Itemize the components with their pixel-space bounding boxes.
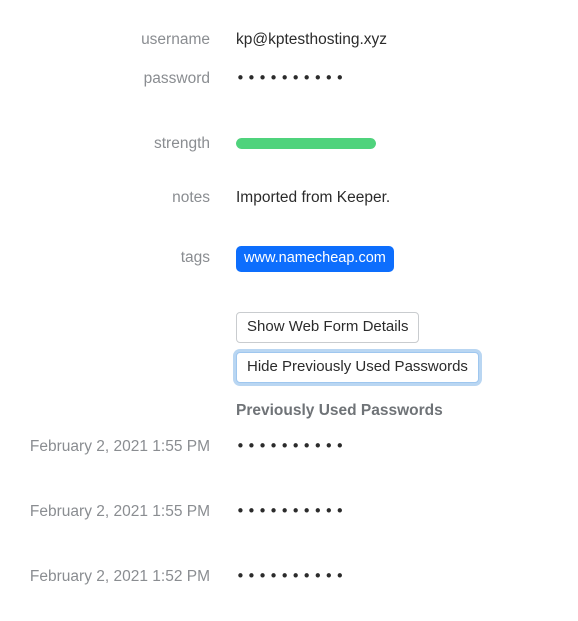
history-entry-date: February 2, 2021 1:55 PM <box>29 503 210 520</box>
history-entry-password[interactable]: •••••••••• <box>236 566 346 586</box>
password-label: password <box>143 70 210 87</box>
web-form-button-row: Show Web Form Details <box>0 312 578 343</box>
show-web-form-details-button[interactable]: Show Web Form Details <box>236 312 420 343</box>
strength-label: strength <box>153 135 210 152</box>
hide-history-button-row: Hide Previously Used Passwords <box>0 352 578 383</box>
field-row-username: username kp@kptesthosting.xyz <box>0 30 578 50</box>
notes-value[interactable]: Imported from Keeper. <box>236 188 390 208</box>
field-row-tags: tags www.namecheap.com <box>0 246 578 272</box>
field-row-password: password •••••••••• <box>0 68 578 89</box>
history-entry-date: February 2, 2021 1:55 PM <box>29 438 210 455</box>
username-label: username <box>141 31 210 48</box>
strength-meter-track <box>236 138 376 149</box>
history-entry-date: February 2, 2021 1:52 PM <box>29 568 210 585</box>
strength-meter <box>236 137 376 149</box>
tag-chip-namecheap[interactable]: www.namecheap.com <box>236 246 394 272</box>
history-entry-password[interactable]: •••••••••• <box>236 436 346 456</box>
notes-label: notes <box>172 189 210 206</box>
history-entry-password[interactable]: •••••••••• <box>236 501 346 521</box>
tags-value: www.namecheap.com <box>236 246 394 272</box>
field-row-strength: strength <box>0 134 578 154</box>
username-value[interactable]: kp@kptesthosting.xyz <box>236 30 387 50</box>
history-row: February 2, 2021 1:55 PM •••••••••• <box>0 436 578 457</box>
field-row-notes: notes Imported from Keeper. <box>0 188 578 208</box>
hide-previously-used-passwords-button[interactable]: Hide Previously Used Passwords <box>236 352 479 383</box>
password-entry-detail-view: username kp@kptesthosting.xyz password •… <box>0 0 578 621</box>
password-value-masked[interactable]: •••••••••• <box>236 68 346 88</box>
tags-label: tags <box>180 249 210 266</box>
strength-meter-fill <box>236 138 376 149</box>
history-row: February 2, 2021 1:52 PM •••••••••• <box>0 566 578 587</box>
previously-used-passwords-heading: Previously Used Passwords <box>236 402 443 419</box>
history-row: February 2, 2021 1:55 PM •••••••••• <box>0 501 578 522</box>
history-heading-row: Previously Used Passwords <box>0 401 578 421</box>
